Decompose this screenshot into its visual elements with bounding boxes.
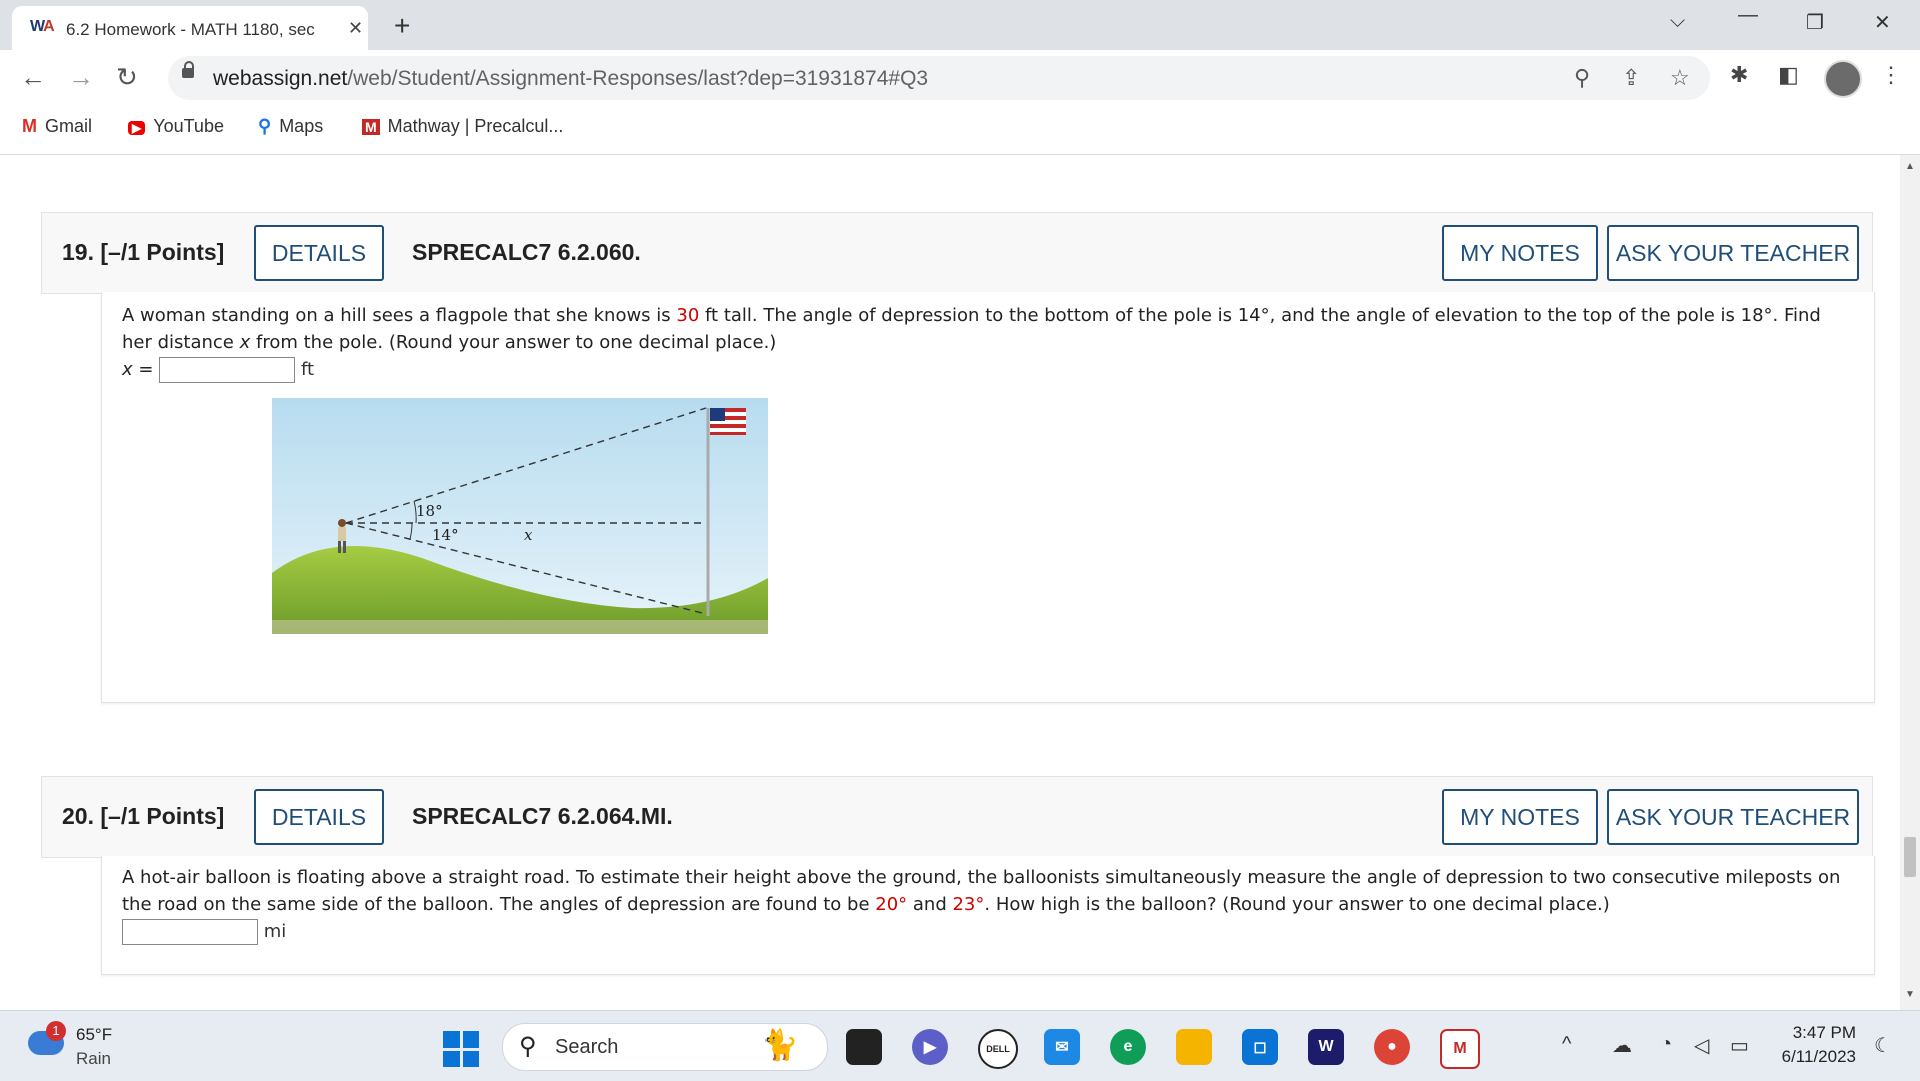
tab-strip: WA 6.2 Homework - MATH 1180, sec ✕ + ⌵ —… <box>0 0 1920 50</box>
dell-icon[interactable]: DELL <box>978 1029 1018 1069</box>
clock-time[interactable]: 3:47 PM <box>1770 1023 1856 1043</box>
details-button[interactable]: DETAILS <box>254 225 384 281</box>
question-20-body: A hot-air balloon is floating above a st… <box>101 856 1875 975</box>
question-19-header: 19. [–/1 Points] DETAILS SPRECALC7 6.2.0… <box>41 212 1873 294</box>
forward-icon[interactable]: → <box>68 62 94 93</box>
flagpole-figure: 18° 14° x <box>272 398 768 634</box>
menu-kebab-icon[interactable]: ⋮ <box>1880 62 1902 88</box>
distance-x-label: x <box>524 526 533 544</box>
question-19-text: A woman standing on a hill sees a flagpo… <box>122 305 1821 353</box>
ask-your-teacher-button[interactable]: ASK YOUR TEACHER <box>1607 225 1859 281</box>
back-icon[interactable]: ← <box>20 62 46 93</box>
wifi-icon[interactable]: ◔ <box>1660 1033 1672 1056</box>
answer-row-19: x = ft <box>122 356 1842 383</box>
battery-icon[interactable]: ▭ <box>1730 1033 1749 1058</box>
mail-icon[interactable]: ✉ <box>1044 1029 1080 1065</box>
question-20-code: SPRECALC7 6.2.064.MI. <box>412 803 673 829</box>
clock-date[interactable]: 6/11/2023 <box>1770 1047 1856 1067</box>
question-19-code: SPRECALC7 6.2.060. <box>412 239 641 265</box>
mathway-icon: M <box>362 119 380 135</box>
volume-icon[interactable]: ◁ <box>1694 1033 1709 1058</box>
answer-row-20: mi <box>122 918 1842 945</box>
bookmark-gmail[interactable]: M Gmail <box>22 116 92 137</box>
close-window-icon[interactable]: ✕ <box>1874 10 1891 35</box>
bookmark-youtube[interactable]: ▶ YouTube <box>128 116 224 137</box>
details-button[interactable]: DETAILS <box>254 789 384 845</box>
youtube-icon: ▶ <box>128 121 146 135</box>
bookmarks-bar: M Gmail ▶ YouTube ⚲ Maps M Mathway | Precalc… <box>0 106 1920 155</box>
mcafee-icon[interactable]: M <box>1440 1029 1480 1069</box>
assignment-page: 19. [–/1 Points] DETAILS SPRECALC7 6.2.0… <box>0 155 1900 1010</box>
extensions-icon[interactable]: ✱ <box>1730 62 1748 88</box>
answer-input-20[interactable] <box>122 919 258 945</box>
close-tab-icon[interactable]: ✕ <box>348 18 363 39</box>
profile-avatar[interactable] <box>1824 60 1862 98</box>
show-hidden-icons-icon[interactable]: ^ <box>1562 1033 1571 1056</box>
share-icon[interactable]: ⇪ <box>1622 65 1640 91</box>
url-text[interactable]: webassign.net/web/Student/Assignment-Res… <box>213 67 928 91</box>
notifications-icon[interactable]: ☾ <box>1874 1033 1892 1058</box>
question-20-header: 20. [–/1 Points] DETAILS SPRECALC7 6.2.0… <box>41 776 1873 858</box>
windows-taskbar: 1 65°F Rain ⚲ Search 🐈 ▶ DELL ✉ e ◻ W ● … <box>0 1010 1920 1081</box>
minimize-icon[interactable]: — <box>1738 4 1758 27</box>
angle-bottom-label: 14° <box>432 526 459 544</box>
height-value: 30 <box>676 305 700 326</box>
tab-search-chevron-icon[interactable]: ⌵ <box>1670 10 1685 33</box>
address-bar[interactable]: webassign.net/web/Student/Assignment-Res… <box>168 56 1710 100</box>
search-highlight-cat-icon: 🐈 <box>761 1029 799 1062</box>
file-explorer-icon[interactable] <box>1176 1029 1212 1065</box>
weather-condition: Rain <box>76 1049 111 1068</box>
angle-top-label: 18° <box>416 502 443 520</box>
teams-chat-icon[interactable]: ▶ <box>912 1029 948 1065</box>
microsoft-store-icon[interactable]: ◻ <box>1242 1029 1278 1065</box>
answer-input-19[interactable] <box>159 357 296 383</box>
zoom-icon[interactable]: ⚲ <box>1574 65 1590 91</box>
taskbar-search[interactable]: ⚲ Search 🐈 <box>502 1023 828 1071</box>
scroll-down-arrow-icon[interactable]: ▼ <box>1905 989 1915 1000</box>
weather-temperature: 65°F <box>76 1025 113 1044</box>
search-icon: ⚲ <box>519 1033 537 1060</box>
webassign-favicon-icon: WA <box>30 18 55 35</box>
bookmark-maps[interactable]: ⚲ Maps <box>258 116 323 137</box>
new-tab-button[interactable]: + <box>394 10 410 42</box>
scrollbar-thumb[interactable] <box>1904 837 1916 877</box>
chrome-icon[interactable]: ● <box>1374 1029 1410 1065</box>
side-panel-icon[interactable]: ◧ <box>1778 62 1799 88</box>
question-20-text: A hot-air balloon is floating above a st… <box>122 867 1841 915</box>
webex-icon[interactable]: W <box>1308 1029 1344 1065</box>
question-20-number-points: 20. [–/1 Points] <box>62 803 225 829</box>
gmail-icon: M <box>22 116 37 136</box>
maps-icon: ⚲ <box>258 116 272 136</box>
ask-your-teacher-button[interactable]: ASK YOUR TEACHER <box>1607 789 1859 845</box>
scroll-up-arrow-icon[interactable]: ▲ <box>1905 161 1915 172</box>
answer-prefix: x = <box>122 359 154 380</box>
onedrive-icon[interactable]: ☁ <box>1612 1033 1632 1058</box>
angle-2-value: 23° <box>952 894 985 915</box>
restore-icon[interactable]: ❐ <box>1806 10 1824 35</box>
browser-tab[interactable]: WA 6.2 Homework - MATH 1180, sec ✕ <box>12 6 368 50</box>
notification-badge: 1 <box>46 1021 66 1041</box>
american-flag-icon <box>710 408 746 435</box>
answer-unit-ft: ft <box>300 359 315 380</box>
edge-icon[interactable]: e <box>1110 1029 1146 1065</box>
question-19-number-points: 19. [–/1 Points] <box>62 239 225 265</box>
tab-title: 6.2 Homework - MATH 1180, sec <box>66 20 315 39</box>
page-scrollbar[interactable]: ▲ ▼ <box>1900 155 1920 1010</box>
task-view-icon[interactable] <box>846 1029 882 1065</box>
bookmark-mathway[interactable]: M Mathway | Precalcul... <box>362 116 563 137</box>
reload-icon[interactable]: ↻ <box>116 62 138 93</box>
windows-start-icon[interactable] <box>443 1031 479 1067</box>
search-label: Search <box>555 1036 619 1058</box>
browser-toolbar: ← → ↻ webassign.net/web/Student/Assignme… <box>0 50 1920 106</box>
my-notes-button[interactable]: MY NOTES <box>1442 789 1598 845</box>
angle-1-value: 20° <box>875 894 908 915</box>
my-notes-button[interactable]: MY NOTES <box>1442 225 1598 281</box>
question-19-body: A woman standing on a hill sees a flagpo… <box>101 292 1875 703</box>
lock-icon[interactable] <box>182 61 194 78</box>
ground-strip <box>272 620 768 634</box>
bookmark-star-icon[interactable]: ☆ <box>1670 65 1690 91</box>
answer-unit-mi: mi <box>263 921 287 942</box>
